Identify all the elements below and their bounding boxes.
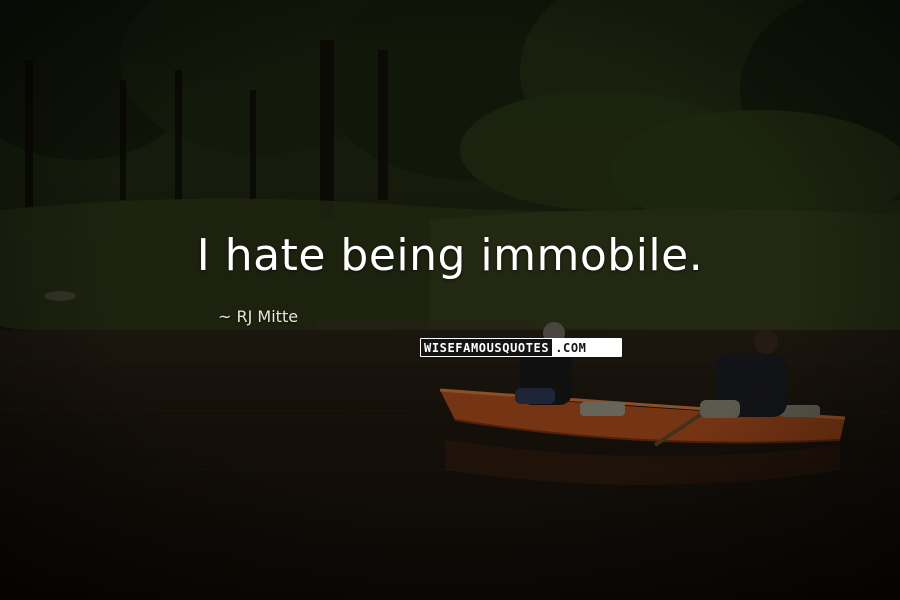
watermark-left: WISEFAMOUSQUOTES [421, 339, 553, 356]
watermark-right: .COM [552, 339, 621, 356]
background-photo [0, 0, 900, 600]
watermark-logo: WISEFAMOUSQUOTES .COM [420, 338, 622, 357]
quote-card: I hate being immobile. ~ RJ Mitte WISEFA… [0, 0, 900, 600]
quote-author: ~ RJ Mitte [218, 307, 299, 326]
quote-text: I hate being immobile. [196, 230, 704, 281]
